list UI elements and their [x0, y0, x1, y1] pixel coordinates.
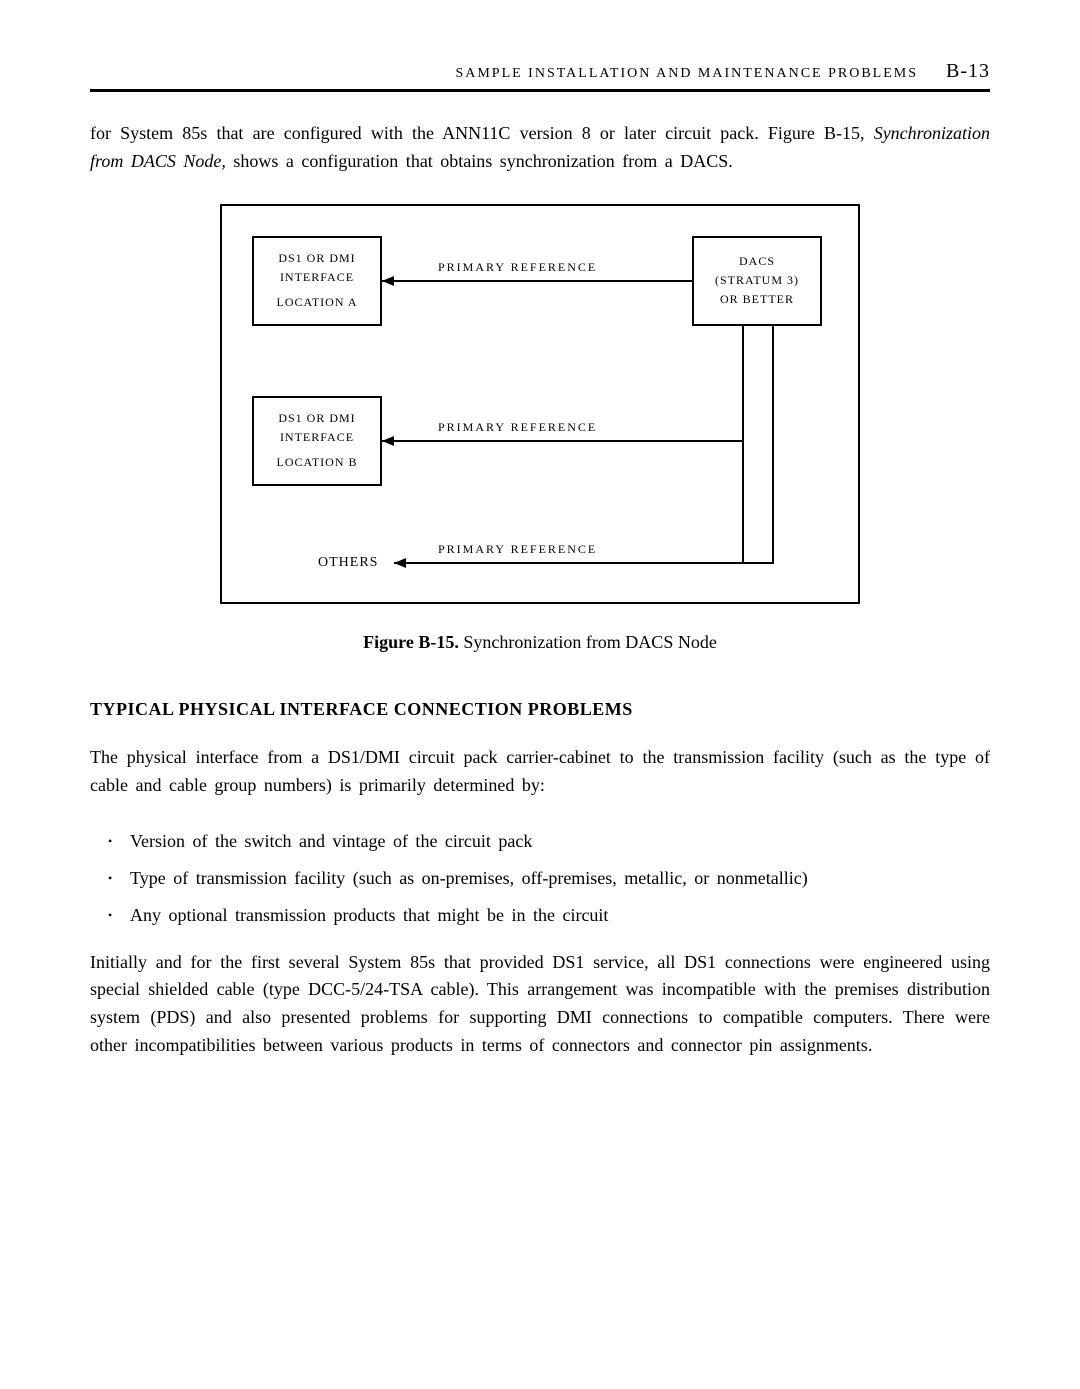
section-heading: TYPICAL PHYSICAL INTERFACE CONNECTION PR…: [90, 699, 990, 720]
box-location-b: DS1 OR DMI INTERFACE LOCATION B: [252, 396, 382, 486]
bullet-1: Version of the switch and vintage of the…: [108, 828, 990, 855]
dacs-l2: (STRATUM 3): [715, 271, 799, 290]
figure-caption: Figure B-15. Synchronization from DACS N…: [90, 632, 990, 653]
line-to-b: [382, 440, 744, 442]
bullet-2: Type of transmission facility (such as o…: [108, 865, 990, 892]
header-rule: [90, 89, 990, 92]
para-initially: Initially and for the first several Syst…: [90, 949, 990, 1061]
arrow-to-others-icon: [394, 558, 406, 568]
dacs-l1: DACS: [739, 252, 775, 271]
arrow-to-a-icon: [382, 276, 394, 286]
bullet-3: Any optional transmission products that …: [108, 902, 990, 929]
line-trunk-right: [772, 326, 774, 564]
boxB-l2: INTERFACE: [280, 428, 354, 447]
intro-paragraph: for System 85s that are configured with …: [90, 120, 990, 176]
para-physical-interface: The physical interface from a DS1/DMI ci…: [90, 744, 990, 800]
others-label: OTHERS: [318, 555, 378, 571]
box-dacs: DACS (STRATUM 3) OR BETTER: [692, 236, 822, 326]
dacs-l3: OR BETTER: [720, 290, 794, 309]
page-header: SAMPLE INSTALLATION AND MAINTENANCE PROB…: [90, 60, 990, 83]
figure-container: DS1 OR DMI INTERFACE LOCATION A DACS (ST…: [90, 204, 990, 604]
boxA-l2: INTERFACE: [280, 268, 354, 287]
boxB-l1: DS1 OR DMI: [278, 409, 355, 428]
boxB-l3: LOCATION B: [277, 453, 358, 472]
line-to-others: [394, 562, 774, 564]
bullet-list: Version of the switch and vintage of the…: [108, 828, 990, 929]
arrow-to-b-icon: [382, 436, 394, 446]
intro-rest: shows a configuration that obtains synch…: [226, 151, 733, 171]
caption-bold: Figure B-15.: [363, 632, 459, 652]
header-title: SAMPLE INSTALLATION AND MAINTENANCE PROB…: [455, 66, 918, 82]
boxA-l3: LOCATION A: [277, 293, 358, 312]
figure-b15: DS1 OR DMI INTERFACE LOCATION A DACS (ST…: [220, 204, 860, 604]
line-dacs-to-a: [382, 280, 692, 282]
caption-rest: Synchronization from DACS Node: [459, 632, 717, 652]
primary-ref-label-3: PRIMARY REFERENCE: [438, 542, 597, 557]
box-location-a: DS1 OR DMI INTERFACE LOCATION A: [252, 236, 382, 326]
line-trunk-left: [742, 326, 744, 564]
page-number: B-13: [946, 60, 990, 83]
primary-ref-label-2: PRIMARY REFERENCE: [438, 420, 597, 435]
primary-ref-label-1: PRIMARY REFERENCE: [438, 260, 597, 275]
intro-line1: for System 85s that are configured with …: [90, 123, 865, 143]
boxA-l1: DS1 OR DMI: [278, 249, 355, 268]
